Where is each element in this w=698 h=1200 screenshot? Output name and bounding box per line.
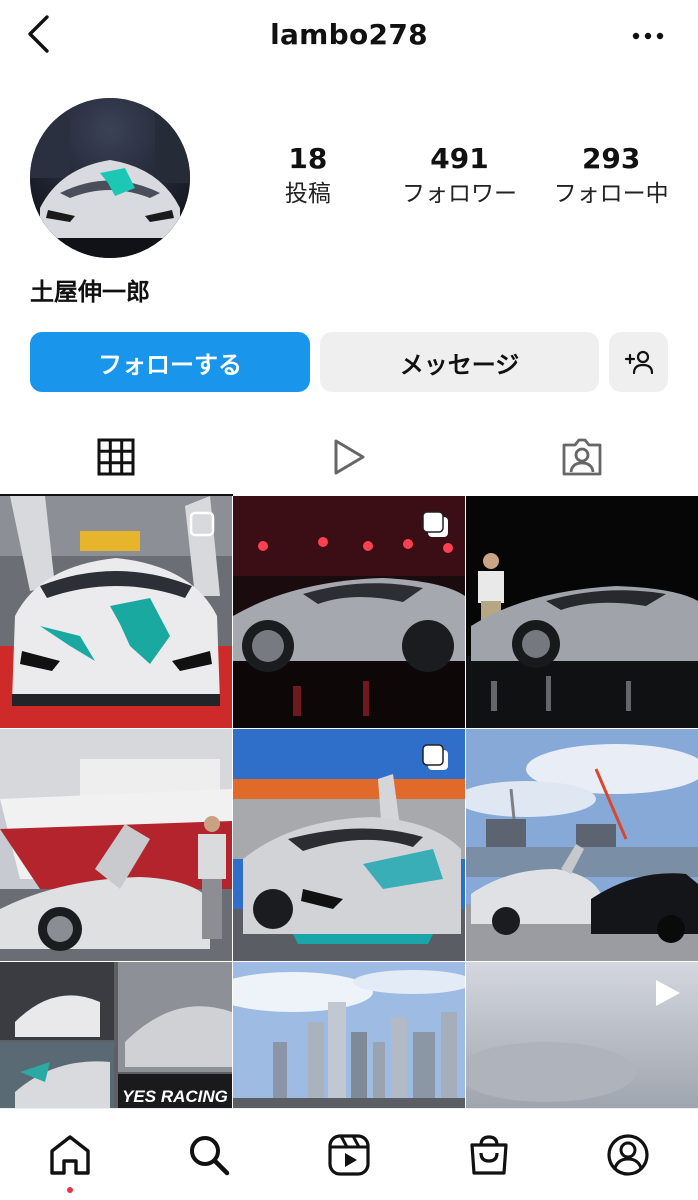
- post-thumbnail[interactable]: [0, 496, 232, 728]
- stat-followers-label: フォロワー: [402, 181, 517, 207]
- post-image: [466, 496, 698, 728]
- grid-icon: [97, 438, 135, 476]
- home-icon: [50, 1134, 90, 1175]
- bottom-navigation: [0, 1108, 698, 1200]
- nav-profile[interactable]: [558, 1109, 698, 1200]
- profile-tabs: [0, 418, 698, 496]
- follow-button[interactable]: フォローする: [30, 332, 310, 392]
- tab-reels[interactable]: [233, 418, 466, 496]
- post-thumbnail[interactable]: [233, 962, 465, 1108]
- notification-dot: [66, 1187, 73, 1193]
- multi-post-icon: [422, 744, 448, 770]
- tagged-person-icon: [562, 438, 602, 476]
- suggested-accounts-button[interactable]: [609, 332, 668, 392]
- reels-icon: [328, 1133, 370, 1176]
- stat-following-label: フォロー中: [553, 181, 669, 207]
- more-options-button[interactable]: [626, 18, 670, 54]
- profile-header: lambo278: [0, 0, 698, 76]
- post-thumbnail[interactable]: [466, 496, 698, 728]
- avatar-image: [30, 98, 190, 258]
- more-horizontal-icon: [632, 32, 664, 40]
- post-image: [466, 729, 698, 961]
- stat-following-count: 293: [581, 142, 641, 175]
- profile-stats: 18 投稿 491 フォロワー 293 フォロー中: [232, 142, 687, 222]
- add-person-icon: [624, 350, 653, 375]
- display-name: 土屋伸一郎: [30, 278, 150, 306]
- video-play-icon: [656, 980, 680, 1006]
- multi-post-icon: [189, 511, 215, 537]
- stat-posts[interactable]: 18 投稿: [232, 142, 384, 222]
- avatar[interactable]: [30, 98, 190, 258]
- post-image: [0, 729, 232, 961]
- tab-tagged[interactable]: [465, 418, 698, 496]
- nav-reels[interactable]: [279, 1109, 419, 1200]
- post-thumbnail[interactable]: [0, 729, 232, 961]
- message-button[interactable]: メッセージ: [320, 332, 599, 392]
- reels-play-icon: [334, 439, 365, 475]
- post-image: YES RACING: [0, 962, 232, 1108]
- stat-followers-count: 491: [430, 142, 489, 175]
- multi-post-icon: [422, 511, 448, 537]
- stat-followers[interactable]: 491 フォロワー: [384, 142, 536, 222]
- post-thumbnail[interactable]: [233, 496, 465, 728]
- stat-posts-label: 投稿: [284, 181, 331, 207]
- tab-posts-grid[interactable]: [0, 418, 233, 496]
- posts-grid: YES RACING: [0, 496, 698, 1108]
- post-thumbnail[interactable]: [233, 729, 465, 961]
- nav-search[interactable]: [140, 1109, 280, 1200]
- shop-icon: [469, 1134, 508, 1175]
- post-thumbnail[interactable]: [466, 962, 698, 1108]
- post-thumbnail[interactable]: YES RACING: [0, 962, 232, 1108]
- post-thumbnail[interactable]: [466, 729, 698, 961]
- search-icon: [190, 1135, 230, 1175]
- username-title: lambo278: [270, 18, 428, 51]
- nav-shop[interactable]: [419, 1109, 559, 1200]
- profile-icon: [607, 1133, 649, 1176]
- stat-posts-count: 18: [288, 142, 328, 175]
- stat-following[interactable]: 293 フォロー中: [535, 142, 687, 222]
- post-image: [233, 962, 465, 1108]
- yes-racing-watermark: YES RACING: [122, 1087, 228, 1106]
- nav-home[interactable]: [0, 1109, 140, 1200]
